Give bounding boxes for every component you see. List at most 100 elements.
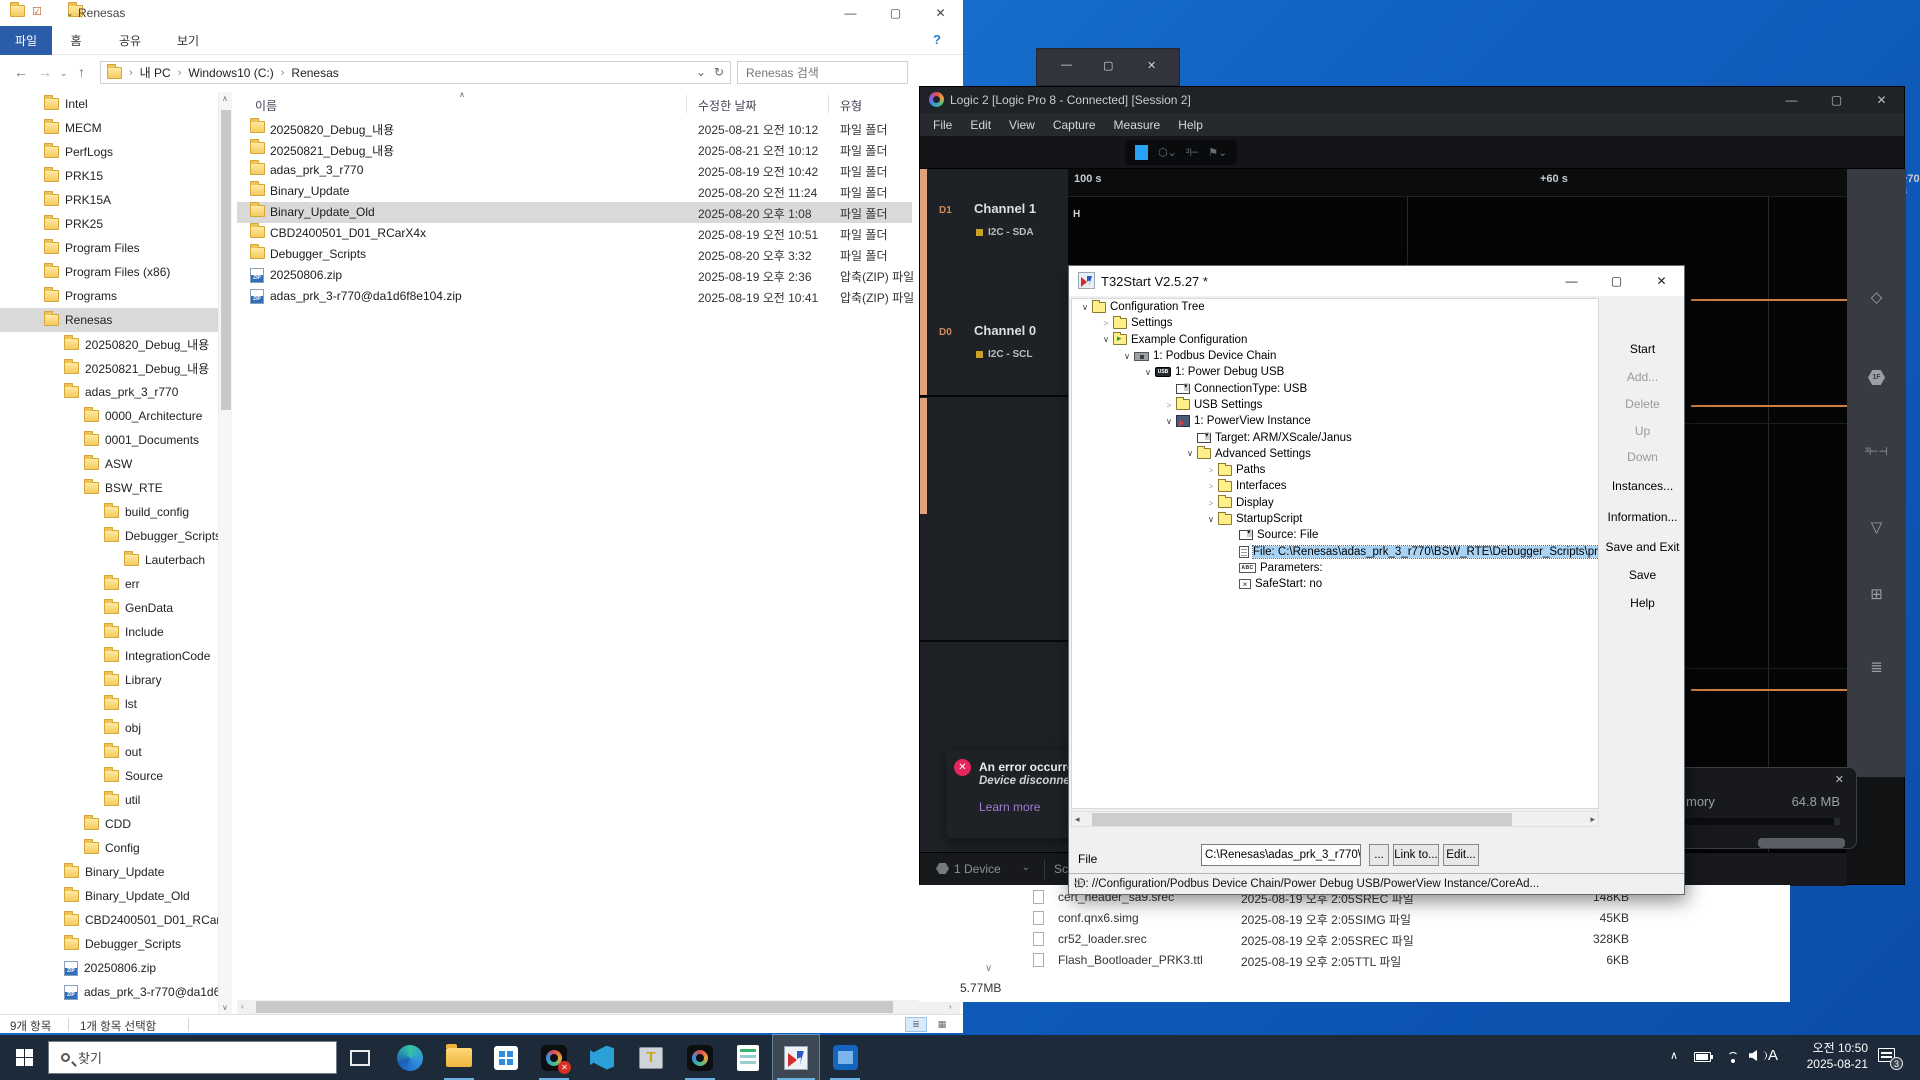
sidebar-item[interactable]: Program Files (x86) [0, 260, 218, 284]
close-button[interactable]: ✕ [918, 0, 963, 26]
thumbnail-view-icon[interactable]: ▦ [931, 1017, 953, 1032]
device-count[interactable]: 1 Device [954, 862, 1001, 876]
tree-item[interactable]: >Display [1072, 495, 1598, 511]
sidebar-item[interactable]: adas_prk_3-r770@da1d6f [0, 980, 218, 1004]
sidebar-item[interactable]: CDD [0, 812, 218, 836]
stop-capture-button[interactable] [1135, 145, 1148, 160]
close-icon[interactable]: ✕ [1147, 59, 1156, 72]
help-icon[interactable]: ? [933, 32, 941, 47]
menu-view[interactable]: View [1000, 118, 1044, 132]
nav-scrollbar[interactable]: ∧ ∨ [218, 92, 232, 1014]
file-row[interactable]: cr52_loader.srec2025-08-19 오후 2:05SREC 파… [919, 929, 1790, 950]
file-path-input[interactable]: C:\Renesas\adas_prk_3_r770\BSW_F [1201, 844, 1361, 866]
t32-button-save-and-exit[interactable]: Save and Exit [1601, 536, 1684, 558]
sidebar-item[interactable]: PRK25 [0, 212, 218, 236]
tree-item[interactable]: Target: ARM/XScale/Janus [1072, 429, 1598, 445]
back-icon[interactable]: ← [14, 64, 28, 80]
maximize-button[interactable]: ▢ [1814, 87, 1859, 113]
taskbar-terminal[interactable] [822, 1035, 868, 1080]
tab-view[interactable]: 보기 [162, 26, 214, 55]
expander-icon[interactable]: ∨ [1099, 334, 1113, 345]
recent-locations-icon[interactable]: ⌄ [60, 68, 68, 79]
scrollbar-thumb[interactable] [221, 110, 231, 410]
sidebar-item[interactable]: PRK15A [0, 188, 218, 212]
sidebar-item[interactable]: err [0, 572, 218, 596]
sidebar-item[interactable]: util [0, 788, 218, 812]
chevron-down-icon[interactable]: ⌄ [1022, 862, 1030, 873]
minimize-button[interactable]: — [1549, 266, 1594, 296]
t32-button-instances[interactable]: Instances... [1601, 475, 1684, 497]
expander-icon[interactable]: ∨ [1162, 416, 1176, 427]
tree-item[interactable]: ConnectionType: USB [1072, 380, 1598, 396]
file-row[interactable]: CBD2400501_D01_RCarX4x2025-08-19 오전 10:5… [237, 223, 963, 244]
t32-button-information[interactable]: Information... [1601, 506, 1684, 528]
expander-icon[interactable]: ∨ [1183, 448, 1197, 459]
minimize-button[interactable]: — [828, 0, 873, 26]
file-row[interactable]: 20250820_Debug_내용2025-08-21 오전 10:12파일 폴… [237, 118, 963, 139]
expander-icon[interactable]: ∨ [1204, 514, 1218, 525]
file-row[interactable]: adas_prk_3-r770@da1d6f8e104.zip2025-08-1… [237, 286, 963, 307]
close-button[interactable]: ✕ [1859, 87, 1904, 113]
checkbox-icon[interactable]: ☑ [32, 5, 48, 20]
devices-icon[interactable]: ◇ [1847, 288, 1906, 306]
task-view-button[interactable] [337, 1035, 383, 1080]
device-settings-icon[interactable]: ⬡⌄ [1158, 146, 1177, 159]
tree-item[interactable]: ×SafeStart: no [1072, 576, 1598, 592]
sidebar-item[interactable]: Binary_Update_Old [0, 884, 218, 908]
sidebar-item[interactable]: build_config [0, 500, 218, 524]
search-input[interactable]: Renesas 검색 [737, 61, 908, 84]
taskbar-vscode[interactable] [579, 1035, 625, 1080]
edit-button[interactable]: Edit... [1443, 844, 1479, 866]
taskbar-search-input[interactable]: 찾기 [48, 1041, 337, 1074]
sidebar-item[interactable]: BSW_RTE [0, 476, 218, 500]
sidebar-item[interactable]: PRK15 [0, 164, 218, 188]
details-view-icon[interactable]: ≣ [905, 1017, 927, 1032]
breadcrumb-drive[interactable]: Windows10 (C:) [188, 66, 273, 80]
tree-item[interactable]: ABCParameters: [1072, 560, 1598, 576]
expander-icon[interactable]: > [1204, 481, 1218, 491]
t32-titlebar[interactable]: T32Start V2.5.27 * — ▢ ✕ [1069, 266, 1684, 296]
taskbar-notes-app[interactable] [725, 1035, 771, 1080]
column-name[interactable]: 이름 [255, 97, 277, 114]
tree-item[interactable]: >Paths [1072, 462, 1598, 478]
taskbar-teraterm[interactable]: T [628, 1035, 674, 1080]
expander-icon[interactable]: > [1204, 465, 1218, 475]
tree-item[interactable]: >USB Settings [1072, 397, 1598, 413]
forward-icon[interactable]: → [38, 64, 52, 80]
sidebar-item[interactable]: Include [0, 620, 218, 644]
tree-item[interactable]: File: C:\Renesas\adas_prk_3_r770\BSW_RTE… [1072, 543, 1598, 559]
t32-button-help[interactable]: Help [1601, 592, 1684, 614]
scroll-up-icon[interactable]: ∧ [222, 94, 228, 103]
tree-item[interactable]: Source: File [1072, 527, 1598, 543]
menu-file[interactable]: File [924, 118, 961, 132]
background-window-fragment[interactable]: — ▢ ✕ [1036, 48, 1180, 86]
menu-capture[interactable]: Capture [1044, 118, 1105, 132]
menu-measure[interactable]: Measure [1105, 118, 1170, 132]
sidebar-item[interactable]: Debugger_Scripts [0, 932, 218, 956]
file-row[interactable]: conf.qnx6.simg2025-08-19 오후 2:05SIMG 파일4… [919, 908, 1790, 929]
channel1-analyzer[interactable]: I2C - SDA [988, 227, 1034, 238]
sidebar-item[interactable]: 20250821_Debug_내용 [0, 356, 218, 380]
ime-indicator[interactable]: A [1768, 1047, 1778, 1080]
minimize-icon[interactable]: — [1061, 59, 1072, 71]
battery-icon[interactable] [1694, 1052, 1711, 1062]
sidebar-item[interactable]: adas_prk_3_r770 [0, 380, 218, 404]
breadcrumb-folder[interactable]: Renesas [291, 66, 338, 80]
explorer-titlebar[interactable]: ☑ ⌄ Renesas — ▢ ✕ [0, 0, 963, 26]
sidebar-item[interactable]: Programs [0, 284, 218, 308]
sidebar-item[interactable]: Debugger_Scripts [0, 524, 218, 548]
sidebar-item[interactable]: lst [0, 692, 218, 716]
wave-scrollbar-thumb[interactable] [1758, 838, 1845, 848]
horizontal-scrollbar[interactable]: ‹ › [237, 1000, 960, 1014]
sidebar-item[interactable]: GenData [0, 596, 218, 620]
scroll-right-icon[interactable]: › [949, 1002, 952, 1011]
menu-edit[interactable]: Edit [961, 118, 1000, 132]
expander-icon[interactable]: ∨ [1078, 302, 1092, 313]
sidebar-item[interactable]: Source [0, 764, 218, 788]
tree-item[interactable]: >Interfaces [1072, 478, 1598, 494]
sidebar-item[interactable]: 20250820_Debug_내용 [0, 332, 218, 356]
file-row[interactable]: Flash_Bootloader_PRK3.ttl2025-08-19 오후 2… [919, 950, 1790, 971]
scrollbar-thumb[interactable] [1092, 813, 1512, 826]
expander-icon[interactable]: ∨ [1141, 367, 1155, 378]
sidebar-item[interactable]: Program Files [0, 236, 218, 260]
